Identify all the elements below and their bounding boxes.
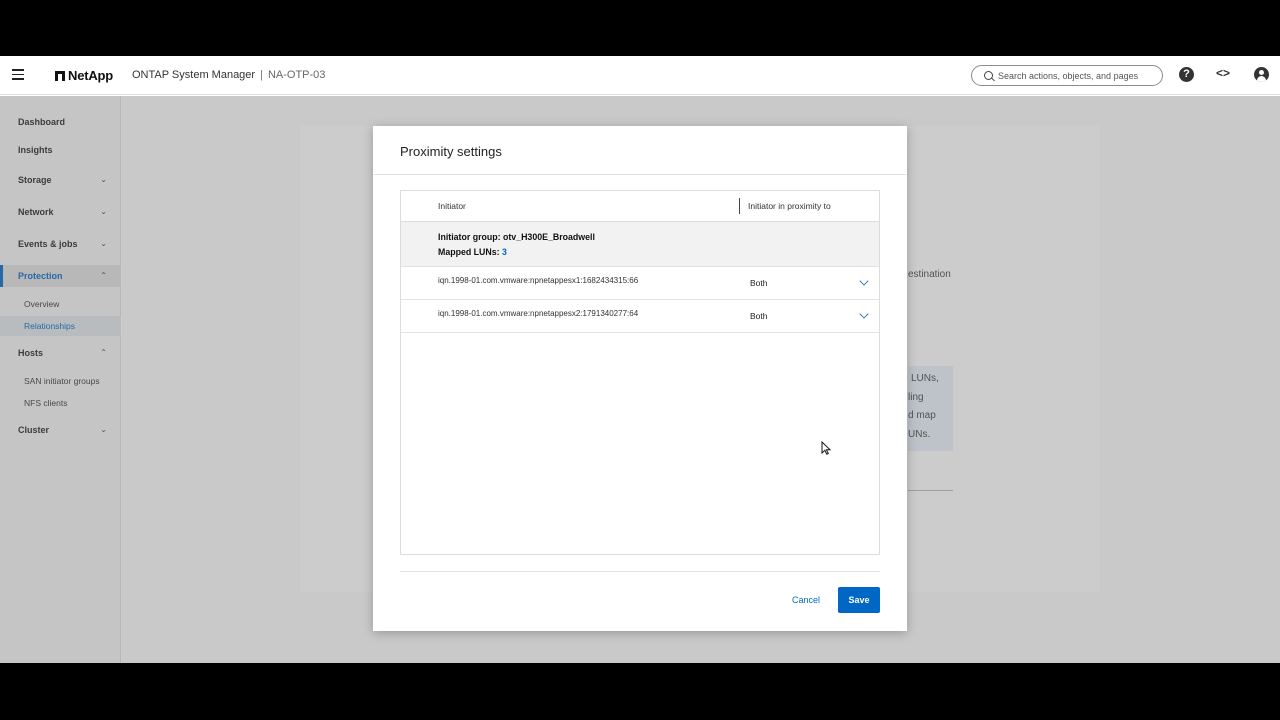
mouse-cursor-icon [821, 441, 831, 455]
initiator-table: Initiator Initiator in proximity to Init… [400, 190, 880, 555]
divider [400, 571, 880, 572]
brand-name: NetApp [68, 68, 114, 83]
table-row: iqn.1998-01.com.vmware:npnetappesx1:1682… [401, 267, 879, 300]
initiator-group-row: Initiator group: otv_H300E_Broadwell Map… [401, 222, 879, 267]
help-icon[interactable]: ? [1179, 67, 1194, 82]
mapped-luns-count[interactable]: 3 [502, 247, 507, 257]
menu-icon[interactable] [12, 69, 24, 80]
product-name: ONTAP System Manager [132, 69, 256, 81]
proximity-value: Both [750, 311, 768, 321]
chevron-down-icon [859, 276, 869, 286]
mapped-luns-label: Mapped LUNs: [438, 247, 500, 257]
search-input[interactable]: Search actions, objects, and pages [971, 65, 1163, 86]
netapp-logo-icon [55, 70, 65, 81]
cluster-name: NA-OTP-03 [267, 69, 326, 81]
user-icon[interactable] [1254, 67, 1269, 82]
column-header-proximity[interactable]: Initiator in proximity to [748, 191, 831, 221]
column-resize-handle[interactable] [739, 198, 740, 214]
initiator-iqn: iqn.1998-01.com.vmware:npnetappesx2:1791… [438, 309, 639, 318]
app-window: NetApp ONTAP System Manager | NA-OTP-03 Se… [0, 56, 1280, 663]
netapp-logo[interactable]: NetApp [55, 68, 113, 83]
top-bar: NetApp ONTAP System Manager | NA-OTP-03 Se… [0, 56, 1280, 95]
mapped-luns: Mapped LUNs: 3 [438, 247, 507, 257]
search-icon [984, 71, 993, 80]
chevron-down-icon [859, 309, 869, 319]
proximity-select[interactable]: Both [744, 272, 872, 294]
app-title: ONTAP System Manager | NA-OTP-03 [132, 69, 325, 81]
proximity-select[interactable]: Both [744, 305, 872, 327]
code-icon[interactable]: <> [1216, 66, 1230, 80]
divider [373, 174, 907, 175]
proximity-value: Both [750, 278, 768, 288]
initiator-group-name: Initiator group: otv_H300E_Broadwell [438, 232, 595, 242]
search-placeholder: Search actions, objects, and pages [998, 70, 1139, 81]
save-button[interactable]: Save [838, 587, 880, 613]
table-row: iqn.1998-01.com.vmware:npnetappesx2:1791… [401, 300, 879, 333]
proximity-settings-dialog: Proximity settings Initiator Initiator i… [373, 126, 907, 631]
column-header-initiator[interactable]: Initiator [438, 191, 466, 221]
cancel-button[interactable]: Cancel [786, 587, 826, 613]
title-separator: | [260, 69, 263, 81]
initiator-iqn: iqn.1998-01.com.vmware:npnetappesx1:1682… [438, 276, 639, 285]
dialog-title: Proximity settings [400, 144, 502, 159]
